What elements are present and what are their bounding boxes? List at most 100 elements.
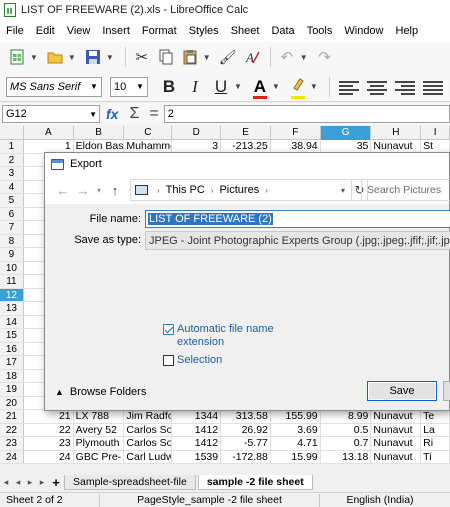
row-header[interactable]: 17: [0, 356, 24, 369]
cell[interactable]: 1412: [172, 423, 222, 436]
cell[interactable]: La: [421, 423, 450, 436]
sheet-tab-sample-spreadsheet-file[interactable]: Sample-spreadsheet-file: [64, 475, 196, 490]
cell[interactable]: Carlos So: [124, 423, 173, 436]
row-header[interactable]: 19: [0, 383, 24, 396]
font-name-box[interactable]: MS Sans Serif ▼: [6, 76, 102, 97]
cell[interactable]: 15.99: [271, 450, 321, 463]
add-sheet-icon[interactable]: +: [48, 475, 64, 490]
column-header-i[interactable]: I: [421, 126, 450, 140]
cell[interactable]: Nunavut: [371, 140, 422, 153]
align-left-button[interactable]: [338, 80, 359, 95]
cell[interactable]: 0.5: [321, 423, 372, 436]
row-header[interactable]: 18: [0, 369, 24, 382]
row-header[interactable]: 13: [0, 302, 24, 315]
bold-button[interactable]: B: [156, 77, 182, 97]
save-as-type-select[interactable]: JPEG - Joint Photographic Experts Group …: [145, 231, 450, 250]
breadcrumb-this-pc[interactable]: This PC: [166, 184, 205, 196]
sum-button[interactable]: Σ: [129, 105, 139, 123]
copy-button[interactable]: [155, 46, 177, 68]
menu-tools[interactable]: Tools: [301, 25, 339, 37]
select-all-corner[interactable]: [0, 126, 24, 140]
font-color-button[interactable]: A: [248, 77, 272, 99]
selection-option[interactable]: Selection: [163, 354, 222, 367]
menu-format[interactable]: Format: [136, 25, 183, 37]
browse-folders-toggle[interactable]: ▲ Browse Folders: [55, 386, 146, 398]
cell[interactable]: 38.94: [271, 140, 321, 153]
column-header-c[interactable]: C: [124, 126, 173, 140]
menu-insert[interactable]: Insert: [96, 25, 136, 37]
paste-button[interactable]: [179, 46, 201, 68]
column-header-e[interactable]: E: [221, 126, 271, 140]
row-header[interactable]: 23: [0, 437, 24, 450]
row-header[interactable]: 6: [0, 207, 24, 220]
row-header[interactable]: 21: [0, 410, 24, 423]
cell[interactable]: 1539: [172, 450, 222, 463]
save-dropdown-icon[interactable]: ▼: [106, 53, 114, 62]
row-header[interactable]: 16: [0, 342, 24, 355]
menu-data[interactable]: Data: [265, 25, 300, 37]
paste-dropdown-icon[interactable]: ▼: [203, 53, 211, 62]
file-name-field[interactable]: LIST OF FREEWARE (2): [145, 210, 450, 228]
new-document-button[interactable]: [6, 46, 28, 68]
column-header-a[interactable]: A: [24, 126, 74, 140]
cell[interactable]: -172.88: [221, 450, 271, 463]
selection-checkbox[interactable]: [163, 355, 174, 366]
underline-button[interactable]: U: [208, 77, 234, 97]
auto-extension-checkbox[interactable]: [163, 324, 174, 335]
menu-help[interactable]: Help: [390, 25, 425, 37]
address-bar[interactable]: › This PC › Pictures › ▾: [130, 179, 352, 201]
prev-sheet-icon[interactable]: ◂: [12, 477, 24, 488]
cell[interactable]: Eldon Bas: [74, 140, 125, 153]
cell[interactable]: Ti: [421, 450, 450, 463]
underline-dropdown-icon[interactable]: ▼: [234, 82, 242, 91]
cell[interactable]: Muhamme: [124, 140, 173, 153]
forward-arrow-icon[interactable]: →: [73, 183, 93, 198]
cell[interactable]: LX 788: [74, 410, 125, 423]
row-header[interactable]: 4: [0, 180, 24, 193]
align-right-button[interactable]: [394, 80, 415, 95]
cell[interactable]: 1: [24, 140, 74, 153]
row-header[interactable]: 1: [0, 140, 24, 153]
align-center-button[interactable]: [366, 80, 387, 95]
search-input[interactable]: Search Pictures: [361, 179, 450, 201]
column-header-b[interactable]: B: [74, 126, 125, 140]
up-arrow-icon[interactable]: ↑: [105, 183, 125, 198]
cell[interactable]: Avery 52: [74, 423, 125, 436]
new-dropdown-icon[interactable]: ▼: [30, 53, 38, 62]
open-button[interactable]: [44, 46, 66, 68]
cell[interactable]: Ri: [421, 437, 450, 450]
save-button[interactable]: Save: [367, 381, 437, 401]
cell[interactable]: 35: [321, 140, 372, 153]
row-header[interactable]: 7: [0, 221, 24, 234]
row-header[interactable]: 9: [0, 248, 24, 261]
cancel-button[interactable]: [443, 381, 450, 401]
cell[interactable]: 21: [24, 410, 74, 423]
row-header[interactable]: 10: [0, 261, 24, 274]
cell[interactable]: Nunavut: [371, 423, 422, 436]
justify-button[interactable]: [422, 80, 443, 95]
cell[interactable]: Plymouth: [74, 437, 125, 450]
cell[interactable]: 3.69: [271, 423, 321, 436]
save-toolbar-button[interactable]: [82, 46, 104, 68]
cell[interactable]: 24: [24, 450, 74, 463]
cell[interactable]: -213.25: [221, 140, 271, 153]
cell[interactable]: 313.58: [221, 410, 271, 423]
row-header[interactable]: 20: [0, 396, 24, 409]
auto-extension-option[interactable]: Automatic file name extension: [163, 323, 283, 349]
cell[interactable]: Nunavut: [371, 437, 422, 450]
open-dropdown-icon[interactable]: ▼: [68, 53, 76, 62]
row-header[interactable]: 14: [0, 315, 24, 328]
sheet-tab-sample-2[interactable]: sample -2 file sheet: [197, 475, 313, 490]
address-dropdown-icon[interactable]: ▾: [341, 186, 345, 195]
cell[interactable]: 1344: [172, 410, 222, 423]
clear-formatting-button[interactable]: A: [241, 46, 263, 68]
font-size-box[interactable]: 10 ▼: [110, 76, 148, 97]
column-header-g[interactable]: G: [320, 126, 372, 140]
function-wizard-button[interactable]: fx: [106, 106, 118, 122]
menu-styles[interactable]: Styles: [183, 25, 225, 37]
formula-button[interactable]: =: [149, 105, 158, 123]
cell[interactable]: -5.77: [221, 437, 271, 450]
cell[interactable]: 4.71: [271, 437, 321, 450]
cell[interactable]: 26.92: [221, 423, 271, 436]
cell[interactable]: 3: [172, 140, 222, 153]
